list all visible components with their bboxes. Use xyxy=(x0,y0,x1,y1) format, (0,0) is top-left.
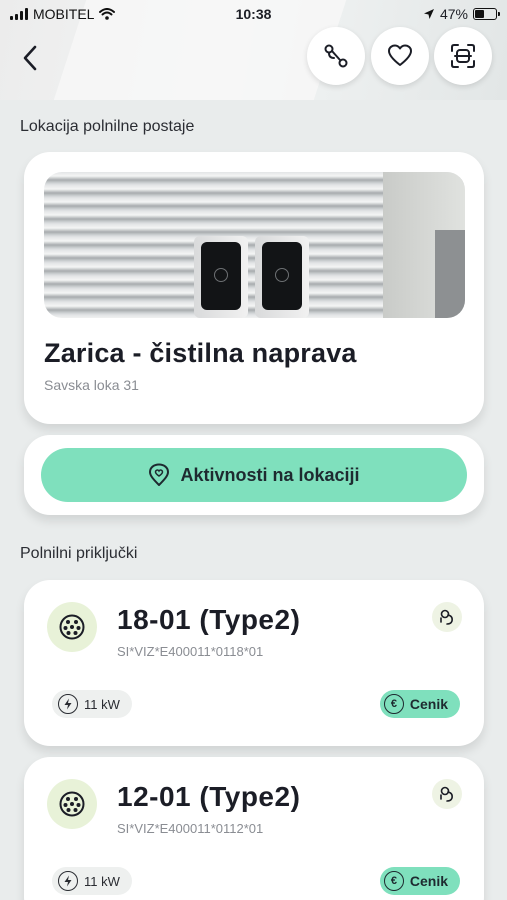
connector-name: 18-01 (Type2) xyxy=(117,604,301,635)
type2-plug-icon xyxy=(47,779,97,829)
price-label: Cenik xyxy=(409,696,448,712)
connectors-section-label: Polnilni priključki xyxy=(20,545,138,562)
power-value: 11 kW xyxy=(84,873,120,889)
scan-button[interactable] xyxy=(434,27,492,85)
status-bar: MOBITEL 10:38 47% xyxy=(0,0,507,30)
price-button[interactable]: € Cenik xyxy=(379,690,460,718)
battery-icon xyxy=(473,8,500,20)
activities-card: Aktivnosti na lokaciji xyxy=(24,435,484,515)
heart-icon xyxy=(388,44,412,66)
type2-plug-icon xyxy=(47,602,97,652)
euro-icon: € xyxy=(383,871,404,891)
location-arrow-icon xyxy=(423,9,434,19)
route-button[interactable] xyxy=(307,27,365,85)
euro-icon: € xyxy=(383,694,404,714)
power-chip: 11 kW xyxy=(52,867,132,895)
power-chip: 11 kW xyxy=(52,690,132,718)
favorite-button[interactable] xyxy=(371,27,429,85)
connector-id: SI*VIZ*E400011*0118*01 xyxy=(117,644,264,659)
chevron-left-icon xyxy=(23,45,37,71)
connector-status-icon xyxy=(432,779,462,809)
activities-label: Aktivnosti na lokaciji xyxy=(180,464,360,485)
power-value: 11 kW xyxy=(84,696,120,712)
price-label: Cenik xyxy=(409,873,448,889)
battery-percent: 47% xyxy=(439,6,468,22)
activities-button[interactable]: Aktivnosti na lokaciji xyxy=(41,448,467,502)
location-card: Zarica - čistilna naprava Savska loka 31 xyxy=(24,152,484,424)
scan-icon xyxy=(451,44,475,68)
location-title: Zarica - čistilna naprava xyxy=(44,338,357,368)
back-button[interactable] xyxy=(12,40,48,76)
station-photo xyxy=(44,172,465,318)
bolt-icon xyxy=(58,871,78,891)
price-button[interactable]: € Cenik xyxy=(379,867,460,895)
route-icon xyxy=(324,44,348,68)
connector-card[interactable]: 12-01 (Type2) SI*VIZ*E400011*0112*01 11 … xyxy=(24,757,484,900)
location-section-label: Lokacija polnilne postaje xyxy=(20,118,195,135)
connector-status-icon xyxy=(432,602,462,632)
location-address: Savska loka 31 xyxy=(44,377,139,393)
charger-image xyxy=(255,236,309,318)
bolt-icon xyxy=(58,694,78,714)
connector-name: 12-01 (Type2) xyxy=(117,781,301,812)
connector-id: SI*VIZ*E400011*0112*01 xyxy=(117,821,264,836)
connector-card[interactable]: 18-01 (Type2) SI*VIZ*E400011*0118*01 11 … xyxy=(24,580,484,746)
location-pin-heart-icon xyxy=(149,463,170,486)
charger-image xyxy=(194,236,248,318)
